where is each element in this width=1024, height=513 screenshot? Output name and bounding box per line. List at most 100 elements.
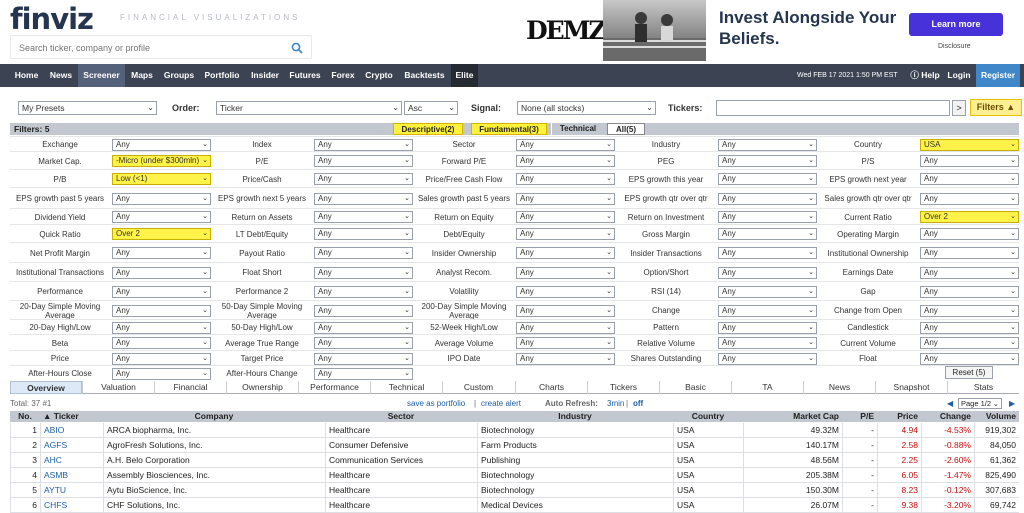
- filter-select[interactable]: -Micro (under $300mln) ⌄: [112, 155, 211, 167]
- filter-select[interactable]: Any ⌄: [920, 247, 1019, 259]
- filter-select[interactable]: Any ⌄: [112, 247, 211, 259]
- filter-select[interactable]: Any ⌄: [516, 139, 615, 151]
- ad-learn-more-button[interactable]: Learn more: [909, 13, 1003, 36]
- filter-select[interactable]: Any ⌄: [718, 353, 817, 365]
- filter-select[interactable]: Any ⌄: [920, 228, 1019, 240]
- filter-select[interactable]: Any ⌄: [314, 155, 413, 167]
- filter-select[interactable]: Any ⌄: [314, 193, 413, 205]
- filter-select[interactable]: Any ⌄: [920, 353, 1019, 365]
- nav-item-insider[interactable]: Insider: [247, 64, 283, 87]
- view-tab[interactable]: Basic: [659, 381, 731, 394]
- order-select[interactable]: Ticker ⌄: [216, 101, 402, 115]
- filter-select[interactable]: Any ⌄: [314, 228, 413, 240]
- signal-select[interactable]: None (all stocks) ⌄: [517, 101, 656, 115]
- finviz-logo[interactable]: finviz: [10, 2, 94, 36]
- filter-select[interactable]: Any ⌄: [718, 247, 817, 259]
- view-tab[interactable]: News: [803, 381, 875, 394]
- filter-select[interactable]: Any ⌄: [314, 247, 413, 259]
- filter-select[interactable]: Any ⌄: [112, 267, 211, 279]
- filter-select[interactable]: Any ⌄: [920, 173, 1019, 185]
- nav-item-screener[interactable]: Screener: [78, 64, 125, 87]
- column-header[interactable]: Market Cap: [743, 411, 842, 422]
- save-as-portfolio-link[interactable]: save as portfolio: [407, 399, 465, 408]
- column-header[interactable]: P/E: [842, 411, 877, 422]
- filter-select[interactable]: Any ⌄: [516, 155, 615, 167]
- column-header[interactable]: Industry: [477, 411, 673, 422]
- filter-select[interactable]: Any ⌄: [920, 155, 1019, 167]
- view-tab[interactable]: Technical: [370, 381, 442, 394]
- filter-select[interactable]: Any ⌄: [516, 322, 615, 334]
- filter-select[interactable]: Any ⌄: [516, 173, 615, 185]
- filter-select[interactable]: Low (<1) ⌄: [112, 173, 211, 185]
- chevron-right-icon[interactable]: ▶: [1009, 399, 1015, 408]
- view-tab[interactable]: Overview: [10, 381, 82, 394]
- nav-item-groups[interactable]: Groups: [160, 64, 198, 87]
- tab-fundamental[interactable]: Fundamental(3): [471, 123, 547, 135]
- filter-select[interactable]: Any ⌄: [314, 139, 413, 151]
- view-tab[interactable]: Financial: [154, 381, 226, 394]
- filter-select[interactable]: Any ⌄: [314, 322, 413, 334]
- filter-select[interactable]: Any ⌄: [112, 368, 211, 380]
- view-tab[interactable]: Ownership: [226, 381, 298, 394]
- filter-select[interactable]: Any ⌄: [718, 193, 817, 205]
- filter-select[interactable]: Any ⌄: [920, 337, 1019, 349]
- filter-select[interactable]: Any ⌄: [516, 337, 615, 349]
- nav-item-maps[interactable]: Maps: [127, 64, 157, 87]
- order-direction-select[interactable]: Asc ⌄: [404, 101, 458, 115]
- ticker-link[interactable]: ABIO: [40, 423, 103, 438]
- filter-select[interactable]: Any ⌄: [920, 322, 1019, 334]
- filter-select[interactable]: Any ⌄: [516, 247, 615, 259]
- filter-select[interactable]: Any ⌄: [920, 286, 1019, 298]
- table-row[interactable]: 6 CHFS CHF Solutions, Inc. Healthcare Medica…: [10, 498, 1019, 513]
- table-row[interactable]: 5 AYTU Aytu BioScience, Inc. Healthcare Biot…: [10, 483, 1019, 498]
- ticker-link[interactable]: CHFS: [40, 498, 103, 513]
- filter-select[interactable]: Any ⌄: [516, 286, 615, 298]
- nav-item-elite[interactable]: Elite: [451, 64, 478, 87]
- filter-select[interactable]: Any ⌄: [718, 286, 817, 298]
- tickers-input[interactable]: [716, 100, 950, 116]
- filter-select[interactable]: Any ⌄: [718, 322, 817, 334]
- filter-select[interactable]: Any ⌄: [314, 353, 413, 365]
- filter-select[interactable]: Any ⌄: [516, 353, 615, 365]
- nav-item-backtests[interactable]: Backtests: [400, 64, 449, 87]
- search-box[interactable]: [10, 35, 312, 59]
- reset-filters-button[interactable]: Reset (5): [945, 366, 993, 379]
- table-row[interactable]: 2 AGFS AgroFresh Solutions, Inc. Consumer D…: [10, 438, 1019, 453]
- tickers-go-button[interactable]: >: [952, 100, 966, 116]
- ticker-link[interactable]: AGFS: [40, 438, 103, 453]
- filter-select[interactable]: Any ⌄: [920, 267, 1019, 279]
- table-row[interactable]: 1 ABIO ARCA biopharma, Inc. Healthcare Biote…: [10, 423, 1019, 438]
- nav-login-button[interactable]: Login: [945, 64, 973, 87]
- filter-select[interactable]: Any ⌄: [314, 337, 413, 349]
- filter-select[interactable]: Any ⌄: [718, 155, 817, 167]
- filter-select[interactable]: Any ⌄: [112, 337, 211, 349]
- filter-select[interactable]: Any ⌄: [516, 193, 615, 205]
- filter-select[interactable]: Any ⌄: [718, 228, 817, 240]
- filter-select[interactable]: Any ⌄: [516, 305, 615, 317]
- filter-select[interactable]: Any ⌄: [718, 305, 817, 317]
- ticker-link[interactable]: ASMB: [40, 468, 103, 483]
- column-header[interactable]: No.: [10, 411, 40, 422]
- search-input[interactable]: [19, 42, 279, 54]
- filter-select[interactable]: Any ⌄: [516, 228, 615, 240]
- view-tab[interactable]: Custom: [442, 381, 514, 394]
- filter-select[interactable]: Any ⌄: [718, 211, 817, 223]
- filter-select[interactable]: Over 2 ⌄: [920, 211, 1019, 223]
- presets-select[interactable]: My Presets ⌄: [18, 101, 157, 115]
- column-header[interactable]: Change: [921, 411, 974, 422]
- filter-select[interactable]: Any ⌄: [516, 267, 615, 279]
- nav-item-portfolio[interactable]: Portfolio: [200, 64, 244, 87]
- filter-select[interactable]: Any ⌄: [718, 337, 817, 349]
- column-header[interactable]: Company: [103, 411, 325, 422]
- filter-select[interactable]: Any ⌄: [314, 173, 413, 185]
- filter-select[interactable]: Any ⌄: [112, 305, 211, 317]
- nav-item-futures[interactable]: Futures: [286, 64, 324, 87]
- view-tab[interactable]: TA: [731, 381, 803, 394]
- tab-all[interactable]: All(5): [607, 123, 645, 135]
- filter-select[interactable]: Any ⌄: [718, 173, 817, 185]
- tab-technical[interactable]: Technical: [551, 123, 604, 135]
- column-header[interactable]: Volume: [974, 411, 1019, 422]
- view-tab[interactable]: Tickers: [587, 381, 659, 394]
- column-header[interactable]: ▲ Ticker: [40, 411, 103, 422]
- filters-toggle-button[interactable]: Filters ▲: [970, 99, 1022, 116]
